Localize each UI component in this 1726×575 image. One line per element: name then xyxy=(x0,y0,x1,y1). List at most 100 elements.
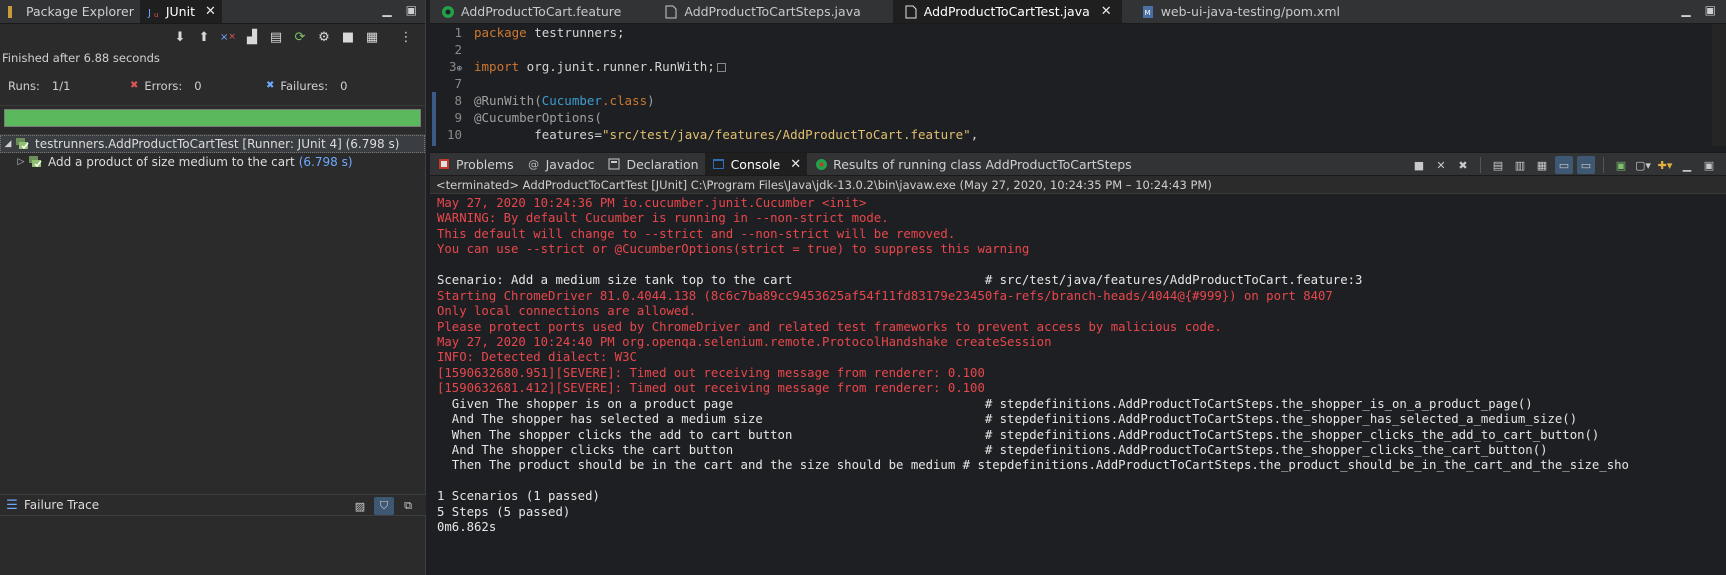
tab-label: Javadoc xyxy=(545,156,595,172)
console-icon xyxy=(711,156,727,172)
copy-trace-icon[interactable]: ⧉ xyxy=(398,497,418,515)
editor-tab-test[interactable]: AddProductToCartTest.java ✕ xyxy=(892,0,1122,23)
maximize-icon[interactable]: ▣ xyxy=(1700,156,1718,174)
word-wrap-icon[interactable]: ▦ xyxy=(1533,156,1551,174)
pin-console-icon[interactable]: ▣ xyxy=(1612,156,1630,174)
left-tab-bar: Package Explorer Ju JUnit ✕ ▁ ▣ xyxy=(0,0,425,24)
tab-label: Console xyxy=(730,156,781,172)
runs-label: Runs: xyxy=(8,78,40,93)
scroll-lock-icon[interactable]: ▟ xyxy=(243,28,261,46)
console-line: 0m6.862s xyxy=(437,520,497,535)
tab-javadoc[interactable]: @ Javadoc xyxy=(520,153,601,175)
collapse-icon[interactable]: ◢ xyxy=(1,139,15,149)
progress-fill xyxy=(5,110,420,126)
tab-label: Package Explorer xyxy=(26,4,134,19)
test-run-history-icon[interactable]: ▦ xyxy=(363,28,381,46)
code-editor[interactable]: 1 2 3⊕ 7 8 9 10 package testrunners; imp… xyxy=(430,24,1726,146)
rerun-test-icon[interactable]: ⟳ xyxy=(291,28,309,46)
minimize-icon[interactable]: ▁ xyxy=(1681,3,1690,17)
show-skipped-icon[interactable]: ▤ xyxy=(267,28,285,46)
run-status: Finished after 6.88 seconds xyxy=(2,51,160,65)
console-line: Given The shopper is on a product page #… xyxy=(437,396,1533,411)
terminate-icon[interactable]: ■ xyxy=(1410,156,1428,174)
junit-toolbar: ⬇ ⬆ × × ▟ ▤ ⟳ ⚙ ■ ▦ ⋮ xyxy=(0,24,425,50)
next-failure-icon[interactable]: ⬇ xyxy=(171,28,189,46)
previous-failure-icon[interactable]: ⬆ xyxy=(195,28,213,46)
code-text[interactable]: package testrunners; import org.junit.ru… xyxy=(468,24,1726,146)
remove-launch-icon[interactable]: ✕ xyxy=(1432,156,1450,174)
close-icon[interactable]: ✕ xyxy=(205,4,216,19)
open-console-icon[interactable]: ✚▾ xyxy=(1656,156,1674,174)
editor-tab-bar: AddProductToCart.feature AddProductToCar… xyxy=(430,0,1726,24)
test-progress-bar xyxy=(4,109,421,127)
tree-child-time: (6.798 s) xyxy=(298,155,353,169)
maximize-icon[interactable]: ▣ xyxy=(1705,3,1716,17)
compare-results-icon[interactable]: ▨ xyxy=(350,497,370,515)
display-selected-console-icon[interactable]: ▢▾ xyxy=(1634,156,1652,174)
junit-icon: Ju xyxy=(146,4,162,20)
stop-icon[interactable]: ■ xyxy=(339,28,357,46)
console-line: Then The product should be in the cart a… xyxy=(437,458,1629,473)
minimize-icon[interactable]: ▁ xyxy=(1678,156,1696,174)
expand-icon[interactable]: ▷ xyxy=(14,157,28,167)
editor-tab-label: AddProductToCartTest.java xyxy=(923,4,1090,19)
scroll-lock-icon[interactable]: ▥ xyxy=(1511,156,1529,174)
close-icon[interactable]: ✕ xyxy=(790,157,801,172)
svg-text:u: u xyxy=(154,11,158,19)
test-passed-icon xyxy=(28,155,44,169)
view-menu-icon[interactable]: ⋮ xyxy=(397,28,415,46)
close-icon[interactable]: ✕ xyxy=(1101,4,1112,19)
maximize-icon[interactable]: ▣ xyxy=(406,3,417,17)
workbench-right: AddProductToCart.feature AddProductToCar… xyxy=(430,0,1726,575)
tree-child-node[interactable]: ▷ Add a product of size medium to the ca… xyxy=(0,153,425,171)
problems-icon xyxy=(436,156,452,172)
maven-pom-icon: M xyxy=(1140,4,1156,20)
cucumber-results-icon xyxy=(813,156,829,172)
show-failures-only-icon[interactable]: × × xyxy=(219,28,237,46)
editor-window-controls: ▁ ▣ xyxy=(1681,3,1716,17)
show-on-stderr-icon[interactable]: ▭ xyxy=(1577,156,1595,174)
runs-counter: Runs: 1/1 xyxy=(8,79,130,93)
console-process-label: <terminated> AddProductToCartTest [JUnit… xyxy=(430,176,1726,194)
filter-stack-trace-icon[interactable]: ⛉ xyxy=(374,497,394,515)
errors-value: 0 xyxy=(194,78,202,93)
code-line: @RunWith(Cucumber.class) xyxy=(474,93,655,108)
editor-tab-pom[interactable]: M web-ui-java-testing/pom.xml xyxy=(1130,0,1350,23)
minimize-icon[interactable]: ▁ xyxy=(382,3,391,17)
tab-declaration[interactable]: Declaration xyxy=(600,153,704,175)
cucumber-file-icon xyxy=(440,4,456,20)
console-line: Starting ChromeDriver 81.0.4044.138 (8c6… xyxy=(437,288,1333,303)
code-line: features="src/test/java/features/AddProd… xyxy=(474,127,979,142)
tab-console[interactable]: Console ✕ xyxy=(704,153,808,175)
tab-cucumber-results[interactable]: Results of running class AddProductToCar… xyxy=(807,153,1138,175)
editor-vertical-scrollbar[interactable] xyxy=(1712,24,1726,146)
tab-package-explorer[interactable]: Package Explorer xyxy=(0,0,140,23)
tab-problems[interactable]: Problems xyxy=(430,153,520,175)
console-line: And The shopper clicks the cart button #… xyxy=(437,443,1548,457)
rerun-failed-first-icon[interactable]: ⚙ xyxy=(315,28,333,46)
editor-tab-feature[interactable]: AddProductToCart.feature xyxy=(430,0,631,23)
failure-icon: ✖ xyxy=(266,80,275,91)
tree-root-node[interactable]: ◢ testrunners.AddProductToCartTest [Runn… xyxy=(0,135,425,153)
progress-container xyxy=(0,106,425,130)
folded-import-icon[interactable] xyxy=(716,63,726,72)
editor-tab-steps[interactable]: AddProductToCartSteps.java xyxy=(653,0,870,23)
svg-text:M: M xyxy=(1144,9,1150,17)
javadoc-icon: @ xyxy=(528,157,540,171)
clear-console-icon[interactable]: ▤ xyxy=(1489,156,1507,174)
declaration-icon xyxy=(606,156,622,172)
errors-counter: ✖ Errors: 0 xyxy=(130,79,266,93)
editor-tab-label: AddProductToCart.feature xyxy=(461,4,622,19)
tree-root-label: testrunners.AddProductToCartTest [Runner… xyxy=(35,137,400,151)
console-output[interactable]: May 27, 2020 10:24:36 PM io.cucumber.jun… xyxy=(430,194,1726,569)
console-line: When The shopper clicks the add to cart … xyxy=(437,427,1600,442)
tab-label: Problems xyxy=(456,156,514,172)
remove-all-terminated-icon[interactable]: ✖ xyxy=(1454,156,1472,174)
show-on-stdout-icon[interactable]: ▭ xyxy=(1555,156,1573,174)
tab-junit[interactable]: Ju JUnit ✕ xyxy=(139,0,222,23)
console-tab-bar: Problems @ Javadoc Declaration Console ✕… xyxy=(430,152,1726,176)
console-line: May 27, 2020 10:24:40 PM org.openqa.sele… xyxy=(437,334,1052,349)
